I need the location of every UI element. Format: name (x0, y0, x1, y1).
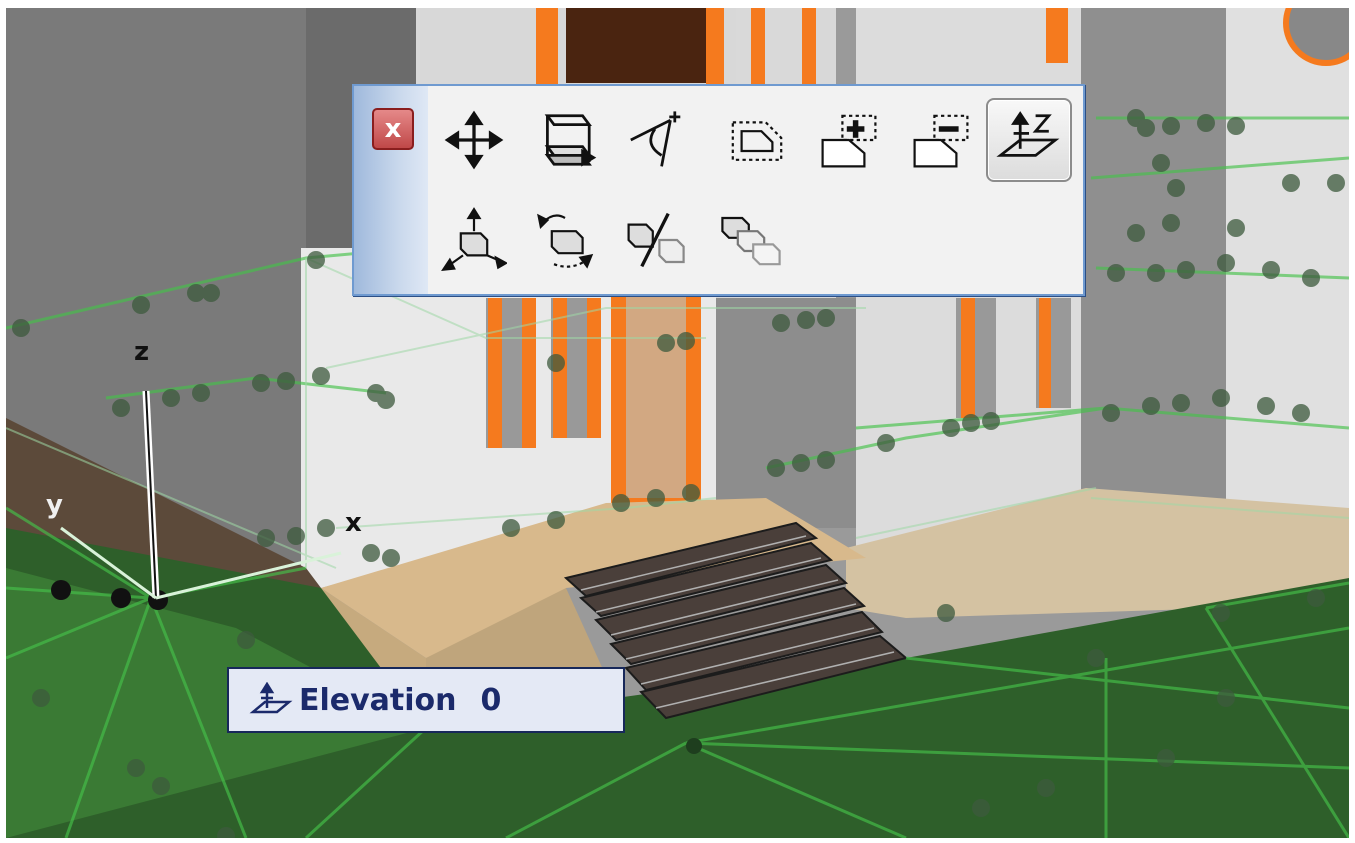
z-elevation-icon (996, 111, 1060, 157)
palette-drag-strip[interactable]: x (354, 86, 428, 294)
pet-palette: x (352, 84, 1085, 296)
y-axis-label: y (46, 490, 63, 520)
drag-copy-tool-button[interactable] (431, 198, 517, 282)
move-tool-button[interactable] (431, 98, 517, 182)
rotate-tool-button[interactable] (612, 98, 698, 182)
rotate-angle-icon (630, 111, 681, 167)
z-elevation-tool-button[interactable] (986, 98, 1072, 182)
elevate-layers-icon (544, 114, 597, 167)
elevation-tooltip: Elevation 0 (227, 667, 625, 733)
x-axis-label: x (345, 508, 362, 538)
multiply-copy-tool-button[interactable] (708, 198, 794, 282)
elevation-label: Elevation (299, 682, 457, 718)
z-axis-label: z (134, 337, 150, 367)
mirror-copy-icon (627, 212, 685, 268)
drag-copy-3d-icon (441, 207, 507, 272)
subtract-polygon-icon (913, 114, 969, 168)
subtract-polygon-tool-button[interactable] (898, 98, 984, 182)
offset-outline-icon (731, 121, 783, 161)
rotate-copy-3d-icon (537, 213, 594, 269)
add-polygon-tool-button[interactable] (806, 98, 892, 182)
multiply-copy-icon (721, 216, 781, 266)
move-arrows-icon (444, 110, 504, 170)
offset-tool-button[interactable] (714, 98, 800, 182)
add-polygon-icon (821, 114, 877, 168)
elevation-value: 0 (480, 682, 502, 718)
rotate-copy-tool-button[interactable] (522, 198, 608, 282)
elevate-tool-button[interactable] (522, 98, 608, 182)
mirror-copy-tool-button[interactable] (612, 198, 698, 282)
close-palette-button[interactable]: x (372, 108, 414, 150)
close-icon: x (384, 114, 402, 144)
elevation-icon (249, 682, 293, 714)
